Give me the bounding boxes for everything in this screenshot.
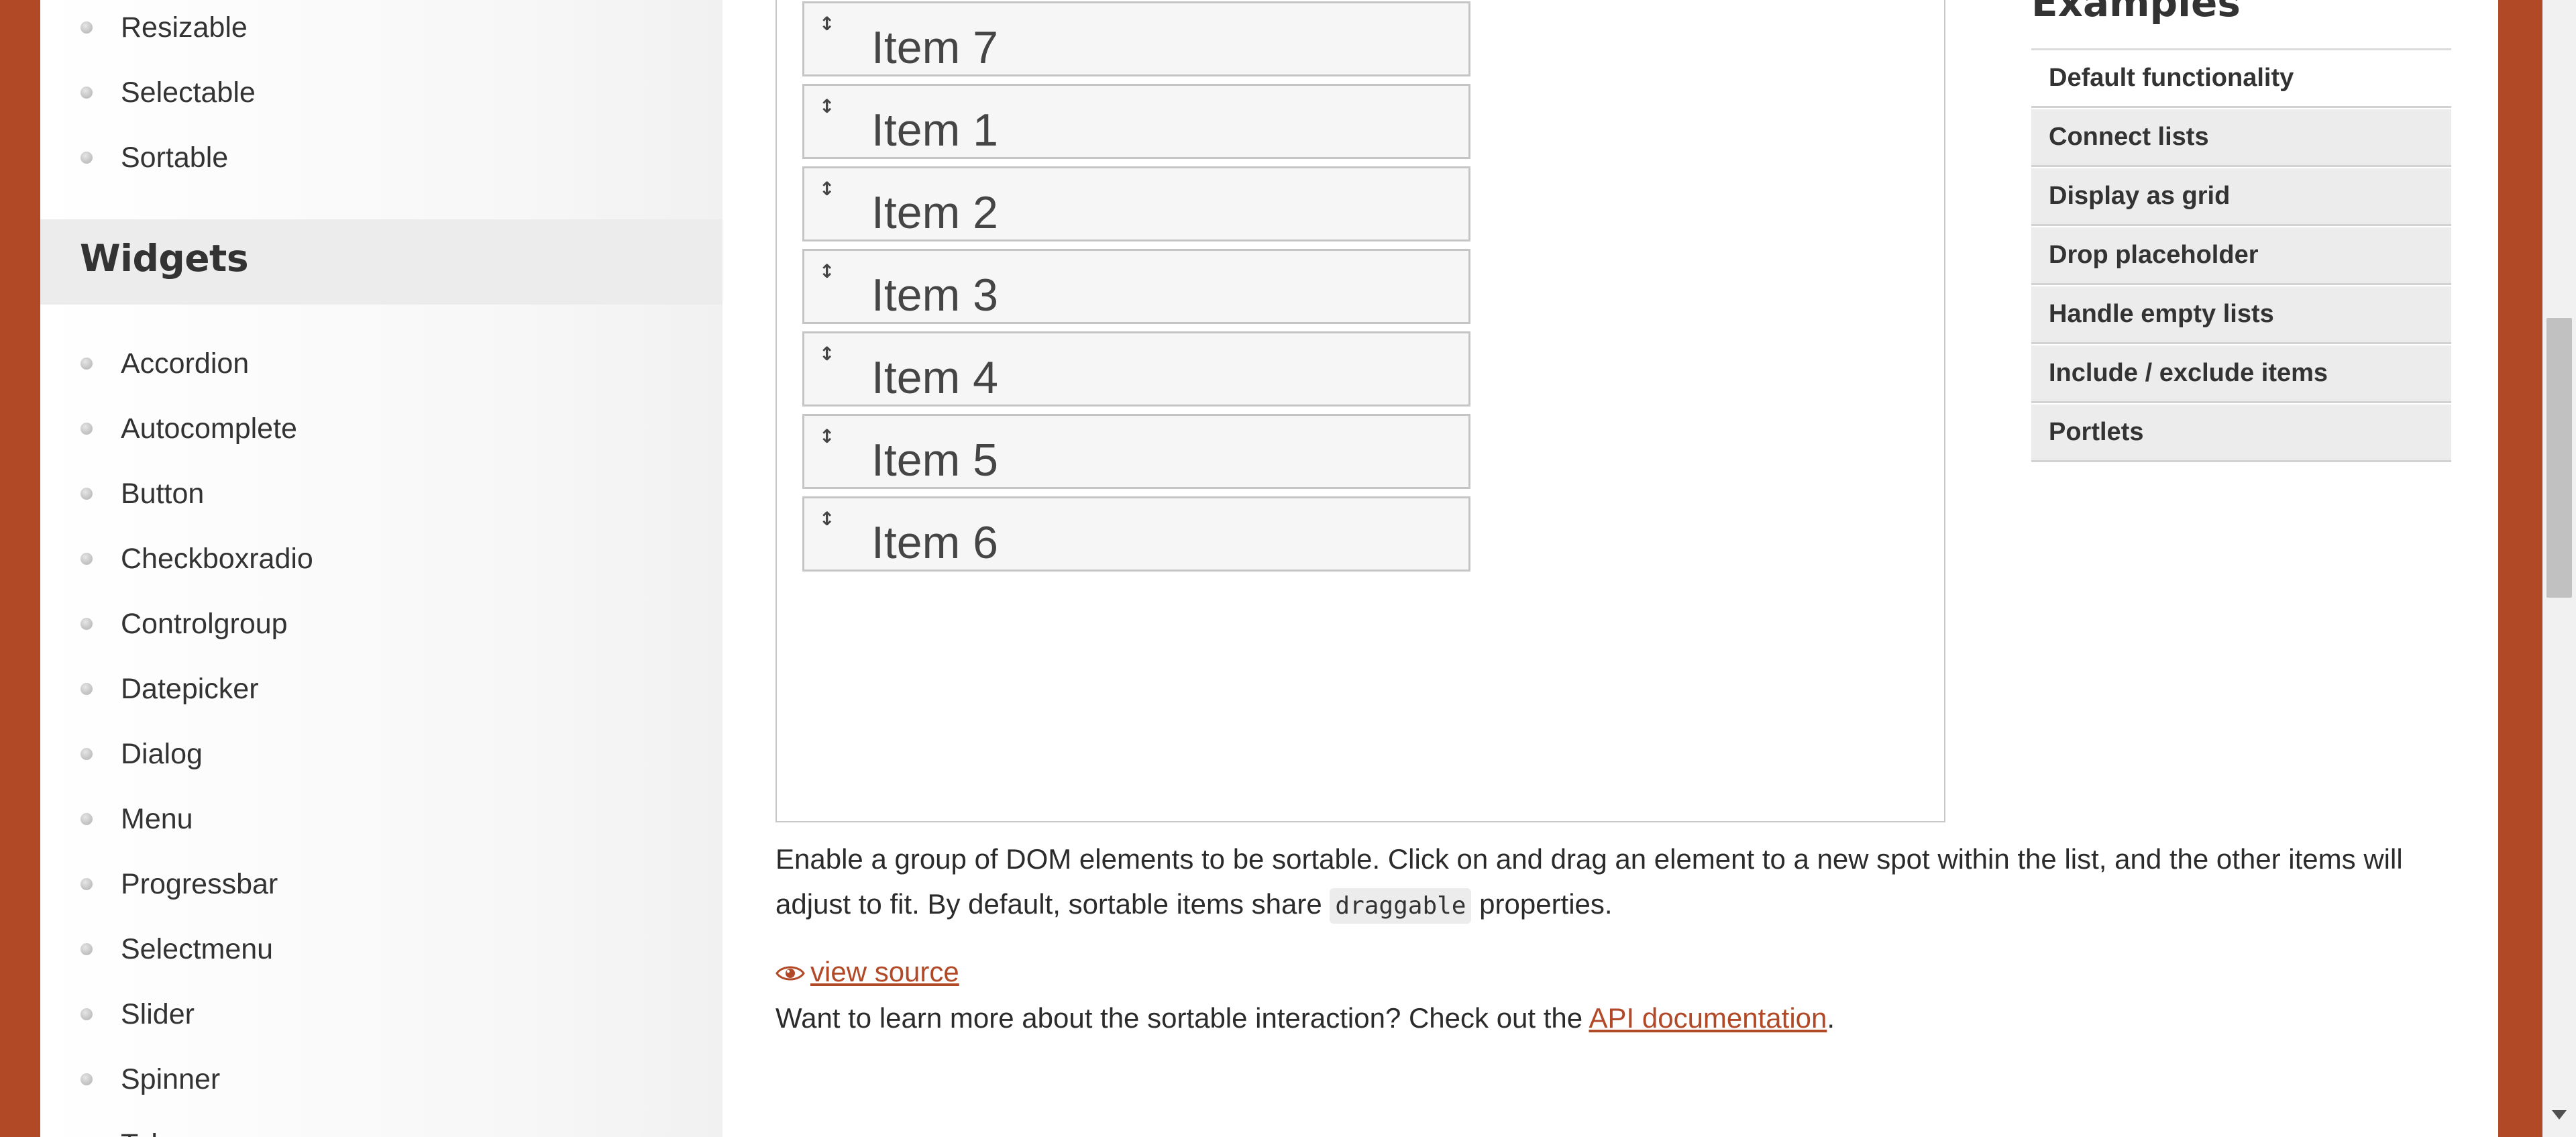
sidebar-item-label: Dialog: [121, 738, 203, 770]
bullet-icon: [80, 943, 93, 955]
sidebar-item-label: Slider: [121, 998, 195, 1030]
sidebar-item-label: Button: [121, 478, 205, 510]
sidebar-item-label: Accordion: [121, 347, 250, 380]
bullet-icon: [80, 683, 93, 695]
bullet-icon: [80, 152, 93, 164]
example-display-as-grid[interactable]: Display as grid: [2031, 168, 2451, 226]
learn-more-text: Want to learn more about the sortable in…: [775, 1002, 1835, 1034]
bullet-icon: [80, 1008, 93, 1020]
example-portlets[interactable]: Portlets: [2031, 404, 2451, 462]
bullet-icon: [80, 813, 93, 825]
eye-icon: [775, 958, 805, 990]
demo-frame: ↕ Item 7 ↕ Item 1 ↕ Item 2 ↕ Item 3 ↕ It…: [775, 0, 1945, 822]
arrow-up-down-icon[interactable]: ↕: [819, 508, 835, 531]
sidebar-item-label: Controlgroup: [121, 608, 288, 640]
sidebar-item-label: Menu: [121, 803, 193, 835]
view-source-label: view source: [810, 956, 959, 987]
scroll-down-arrow-icon[interactable]: [2552, 1110, 2567, 1120]
example-drop-placeholder[interactable]: Drop placeholder: [2031, 227, 2451, 285]
sortable-item-label: Item 1: [871, 105, 998, 156]
bullet-icon: [80, 553, 93, 565]
arrow-up-down-icon[interactable]: ↕: [819, 425, 835, 448]
example-label: Display as grid: [2049, 182, 2231, 210]
sortable-item-label: Item 6: [871, 517, 998, 568]
arrow-up-down-icon[interactable]: ↕: [819, 95, 835, 118]
bullet-icon: [80, 1073, 93, 1085]
sidebar-item-label: Autocomplete: [121, 413, 297, 445]
bullet-icon: [80, 423, 93, 435]
example-include-exclude-items[interactable]: Include / exclude items: [2031, 345, 2451, 403]
learn-more-sentence: Want to learn more about the sortable in…: [775, 1002, 1589, 1034]
sortable-item[interactable]: ↕ Item 2: [802, 166, 1470, 241]
arrow-up-down-icon[interactable]: ↕: [819, 178, 835, 201]
view-source-link[interactable]: view source: [775, 956, 959, 990]
widgets-section-heading: Widgets: [40, 219, 722, 305]
sortable-item-label: Item 3: [871, 270, 998, 321]
sortable-item-label: Item 4: [871, 352, 998, 403]
description-paragraph: Enable a group of DOM elements to be sor…: [775, 836, 2466, 928]
page-content: Resizable Selectable Sortable Widgets Ac…: [40, 0, 2498, 1137]
example-label: Handle empty lists: [2049, 300, 2274, 328]
example-label: Drop placeholder: [2049, 241, 2259, 269]
sortable-item-label: Item 2: [871, 187, 998, 238]
sortable-item[interactable]: ↕ Item 7: [802, 1, 1470, 76]
sidebar-item-label: Resizable: [121, 11, 248, 44]
widgets-heading-text: Widgets: [80, 237, 249, 280]
example-label: Include / exclude items: [2049, 359, 2328, 387]
sortable-item[interactable]: ↕ Item 4: [802, 331, 1470, 407]
arrow-up-down-icon[interactable]: ↕: [819, 260, 835, 283]
sidebar-item-label: Spinner: [121, 1063, 221, 1095]
sidebar-item-label: Sortable: [121, 142, 229, 174]
example-label: Connect lists: [2049, 123, 2209, 151]
bullet-icon: [80, 21, 93, 34]
arrow-up-down-icon[interactable]: ↕: [819, 343, 835, 366]
code-snippet: draggable: [1330, 888, 1472, 924]
bullet-icon: [80, 618, 93, 630]
bullet-icon: [80, 488, 93, 500]
learn-more-period: .: [1827, 1002, 1835, 1034]
sidebar-item-label: Selectable: [121, 76, 256, 109]
bullet-icon: [80, 87, 93, 99]
sidebar-item-label: Tabs: [121, 1124, 182, 1137]
vertical-scrollbar[interactable]: [2542, 0, 2576, 1137]
sortable-item[interactable]: ↕ Item 5: [802, 414, 1470, 489]
example-label: Default functionality: [2049, 64, 2294, 92]
sidebar-item-label: Checkboxradio: [121, 543, 313, 575]
sortable-item[interactable]: ↕ Item 1: [802, 84, 1470, 159]
bullet-icon: [80, 358, 93, 370]
examples-heading: Examples: [2031, 0, 2241, 25]
example-handle-empty-lists[interactable]: Handle empty lists: [2031, 286, 2451, 344]
scrollbar-thumb[interactable]: [2546, 318, 2572, 598]
example-default-functionality[interactable]: Default functionality: [2031, 50, 2451, 108]
sidebar-nav: Resizable Selectable Sortable Widgets Ac…: [40, 0, 722, 1137]
api-documentation-link[interactable]: API documentation: [1589, 1002, 1827, 1034]
bullet-icon: [80, 878, 93, 890]
sortable-item-label: Item 7: [871, 22, 998, 73]
sidebar-item-label: Datepicker: [121, 673, 259, 705]
sidebar-item-label: Selectmenu: [121, 933, 274, 965]
bullet-icon: [80, 748, 93, 760]
arrow-up-down-icon[interactable]: ↕: [819, 13, 835, 36]
description-text-end: properties.: [1471, 888, 1613, 920]
example-connect-lists[interactable]: Connect lists: [2031, 109, 2451, 167]
sortable-item[interactable]: ↕ Item 6: [802, 496, 1470, 572]
sidebar-item-label: Progressbar: [121, 868, 278, 900]
sortable-item[interactable]: ↕ Item 3: [802, 249, 1470, 324]
example-label: Portlets: [2049, 418, 2144, 446]
sortable-item-label: Item 5: [871, 435, 998, 486]
